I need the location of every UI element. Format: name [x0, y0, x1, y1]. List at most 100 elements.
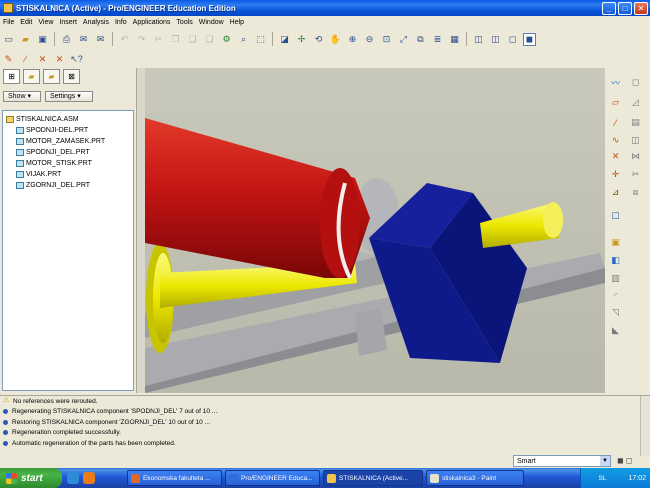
wireframe-icon[interactable]: ◫: [472, 33, 485, 46]
merge-icon[interactable]: ⋈: [629, 150, 642, 163]
menu-applications[interactable]: Applications: [130, 19, 174, 26]
message-scrollbar[interactable]: [640, 396, 650, 456]
settings-dropdown[interactable]: Settings ▾: [45, 90, 93, 102]
tree-item-root[interactable]: STISKALNICA.ASM: [3, 114, 133, 125]
mirror-icon[interactable]: ◫: [629, 134, 642, 147]
zoom-out-icon[interactable]: ⊖: [363, 33, 376, 46]
connections-tab[interactable]: ⊠: [63, 69, 80, 84]
layers-icon[interactable]: ≣: [431, 33, 444, 46]
language-indicator[interactable]: SL: [599, 475, 607, 482]
menu-window[interactable]: Window: [196, 19, 227, 26]
favorites-tab[interactable]: ▰: [43, 69, 60, 84]
menu-insert[interactable]: Insert: [56, 19, 80, 26]
ie-icon[interactable]: [67, 472, 79, 484]
datum-point-icon[interactable]: ✕: [36, 53, 49, 66]
find-icon[interactable]: ⌕: [237, 33, 250, 46]
menu-analysis[interactable]: Analysis: [80, 19, 112, 26]
zoom-in-icon[interactable]: ⊕: [346, 33, 359, 46]
redo-icon[interactable]: ↷: [135, 33, 148, 46]
datum-plane-icon[interactable]: ▱: [609, 96, 622, 109]
datum-axis-icon[interactable]: ⁄: [19, 53, 32, 66]
print-icon[interactable]: ⎙: [60, 33, 73, 46]
menu-view[interactable]: View: [35, 19, 56, 26]
taskbar-item-label: Ekonomska fakulteta ...: [143, 474, 211, 482]
orient-icon[interactable]: ⟲: [312, 33, 325, 46]
part-icon: [16, 149, 24, 156]
close-button[interactable]: ✕: [634, 1, 648, 15]
open-icon[interactable]: ▰: [19, 33, 32, 46]
datum-axis-icon[interactable]: ⁄: [609, 116, 622, 129]
message-row: Automatic regeneration of the parts has …: [0, 438, 650, 449]
tree-item[interactable]: MOTOR_ZAMASEK.PRT: [3, 136, 133, 147]
draft-icon[interactable]: ◣: [609, 324, 622, 337]
shell-icon[interactable]: ◻: [629, 76, 642, 89]
start-button[interactable]: start: [0, 468, 62, 488]
clock[interactable]: 17:02: [628, 475, 646, 482]
taskbar-item[interactable]: stiskalnica3 - Paint: [426, 470, 524, 486]
menu-info[interactable]: Info: [112, 19, 130, 26]
cut-icon[interactable]: ✂: [152, 33, 165, 46]
copy-icon[interactable]: ❐: [169, 33, 182, 46]
chevron-down-icon[interactable]: ▼: [600, 456, 610, 466]
motor-shaft-end: [543, 202, 563, 238]
annotation-icon[interactable]: ☐: [609, 210, 622, 223]
pattern-icon[interactable]: ▤: [629, 116, 642, 129]
model-display-icon[interactable]: ▦: [448, 33, 461, 46]
paste-icon[interactable]: ❏: [186, 33, 199, 46]
panel-splitter[interactable]: [136, 68, 145, 393]
taskbar-item[interactable]: Ekonomska fakulteta ...: [127, 470, 222, 486]
revolve-icon[interactable]: ◧: [609, 254, 622, 267]
offset-icon[interactable]: ⧈: [629, 186, 642, 199]
email-icon[interactable]: ✉: [77, 33, 90, 46]
menu-file[interactable]: File: [0, 19, 17, 26]
tree-item[interactable]: ZGORNJI_DEL.PRT: [3, 180, 133, 191]
menu-help[interactable]: Help: [227, 19, 247, 26]
shading-icon[interactable]: ◼: [523, 32, 536, 46]
tree-item[interactable]: MOTOR_STISK.PRT: [3, 158, 133, 169]
paste-special-icon[interactable]: ❏: [203, 33, 216, 46]
refit-icon[interactable]: ⊡: [380, 33, 393, 46]
datum-point-icon[interactable]: ✕: [609, 150, 622, 163]
analysis-icon[interactable]: ⊿: [609, 186, 622, 199]
coordinate-system-icon[interactable]: ✕: [53, 53, 66, 66]
tree-item[interactable]: VIJAK.PRT: [3, 169, 133, 180]
hidden-line-icon[interactable]: ◫: [489, 33, 502, 46]
tree-item[interactable]: SPODNJI_DEL.PRT: [3, 147, 133, 158]
sketched-curve-icon[interactable]: ∿: [609, 134, 622, 147]
folder-browser-tab[interactable]: ▰: [23, 69, 40, 84]
no-hidden-icon[interactable]: ◻: [506, 33, 519, 46]
show-dropdown[interactable]: Show ▾: [3, 90, 41, 102]
minimize-button[interactable]: _: [602, 1, 616, 15]
selection-filter[interactable]: Smart ▼: [513, 455, 611, 467]
save-icon[interactable]: ▣: [36, 33, 49, 46]
sketch-curve-icon[interactable]: 〰: [609, 76, 622, 89]
select-box-icon[interactable]: ⬚: [254, 33, 267, 46]
repaint-icon[interactable]: ◪: [278, 33, 291, 46]
model-tree-tab[interactable]: ⊞: [3, 69, 20, 84]
undo-icon[interactable]: ↶: [118, 33, 131, 46]
reorient-icon[interactable]: ⤢: [397, 33, 410, 46]
chamfer-icon[interactable]: ◹: [609, 306, 622, 319]
taskbar-item[interactable]: Pro/ENGINEER Educa...: [225, 470, 320, 486]
menu-edit[interactable]: Edit: [17, 19, 35, 26]
tree-item[interactable]: SPODNJI-DEL.PRT: [3, 125, 133, 136]
maximize-button[interactable]: □: [618, 1, 632, 15]
pan-icon[interactable]: ✋: [329, 33, 342, 46]
extrude-icon[interactable]: ▣: [609, 236, 622, 249]
regenerate-icon[interactable]: ⚙: [220, 33, 233, 46]
whats-this-icon[interactable]: ↖?: [70, 53, 83, 66]
rib-icon[interactable]: ◿: [629, 96, 642, 109]
sketch-icon[interactable]: ✎: [2, 53, 15, 66]
taskbar-item[interactable]: STISKALNICA (Active...: [323, 470, 423, 486]
menu-tools[interactable]: Tools: [173, 19, 195, 26]
coordinate-system-icon[interactable]: ✛: [609, 168, 622, 181]
firefox-icon[interactable]: [83, 472, 95, 484]
saved-views-icon[interactable]: ⧉: [414, 33, 427, 46]
new-icon[interactable]: ▭: [2, 33, 15, 46]
trim-icon[interactable]: ✂: [629, 168, 642, 181]
email-attach-icon[interactable]: ✉: [94, 33, 107, 46]
spin-center-icon[interactable]: ✢: [295, 33, 308, 46]
round-icon[interactable]: ◜: [609, 290, 622, 303]
graphics-window[interactable]: [145, 68, 605, 393]
hole-icon[interactable]: ▥: [609, 272, 622, 285]
